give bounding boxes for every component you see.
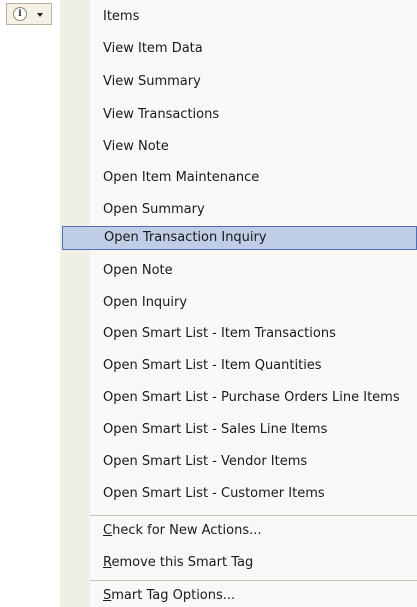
- menu-item-open-summary[interactable]: Open Summary: [90, 198, 417, 222]
- menu-item-smart-tag-options[interactable]: Smart Tag Options...: [90, 584, 417, 607]
- chevron-down-icon: [37, 13, 43, 17]
- menu-item-view-note[interactable]: View Note: [90, 135, 417, 159]
- menu-item-label: mart Tag Options...: [111, 588, 236, 603]
- menu-item-smart-list-customer-items[interactable]: Open Smart List - Customer Items: [90, 482, 417, 506]
- menu-item-smart-list-item-quantities[interactable]: Open Smart List - Item Quantities: [90, 354, 417, 378]
- menu-item-smart-list-sales-line-items[interactable]: Open Smart List - Sales Line Items: [90, 418, 417, 442]
- accelerator-key: C: [103, 523, 113, 538]
- menu-icon-gutter: [60, 0, 90, 607]
- menu-item-open-inquiry[interactable]: Open Inquiry: [90, 291, 417, 315]
- menu-item-view-item-data[interactable]: View Item Data: [90, 37, 417, 61]
- info-icon: i: [13, 7, 27, 21]
- menu-item-smart-list-vendor-items[interactable]: Open Smart List - Vendor Items: [90, 450, 417, 474]
- menu-item-view-transactions[interactable]: View Transactions: [90, 103, 417, 127]
- menu-header: Items: [103, 9, 140, 24]
- menu-item-open-note[interactable]: Open Note: [90, 259, 417, 283]
- menu-item-label: emove this Smart Tag: [111, 555, 254, 570]
- smart-tag-button[interactable]: i: [6, 3, 52, 25]
- menu-separator: [90, 515, 417, 516]
- smart-tag-menu: Items View Item Data View Summary View T…: [60, 0, 417, 607]
- menu-separator: [90, 580, 417, 581]
- menu-item-check-for-new-actions[interactable]: Check for New Actions...: [90, 519, 417, 543]
- smart-tag-screen: i Items View Item Data View Summary View…: [0, 0, 417, 607]
- menu-item-smart-list-item-transactions[interactable]: Open Smart List - Item Transactions: [90, 322, 417, 346]
- menu-item-open-transaction-inquiry[interactable]: Open Transaction Inquiry: [62, 226, 417, 250]
- menu-item-view-summary[interactable]: View Summary: [90, 70, 417, 94]
- menu-item-label: heck for New Actions...: [112, 523, 262, 538]
- menu-item-smart-list-purchase-orders-line-items[interactable]: Open Smart List - Purchase Orders Line I…: [90, 386, 417, 410]
- menu-item-remove-smart-tag[interactable]: Remove this Smart Tag: [90, 551, 417, 575]
- menu-item-open-item-maintenance[interactable]: Open Item Maintenance: [90, 166, 417, 190]
